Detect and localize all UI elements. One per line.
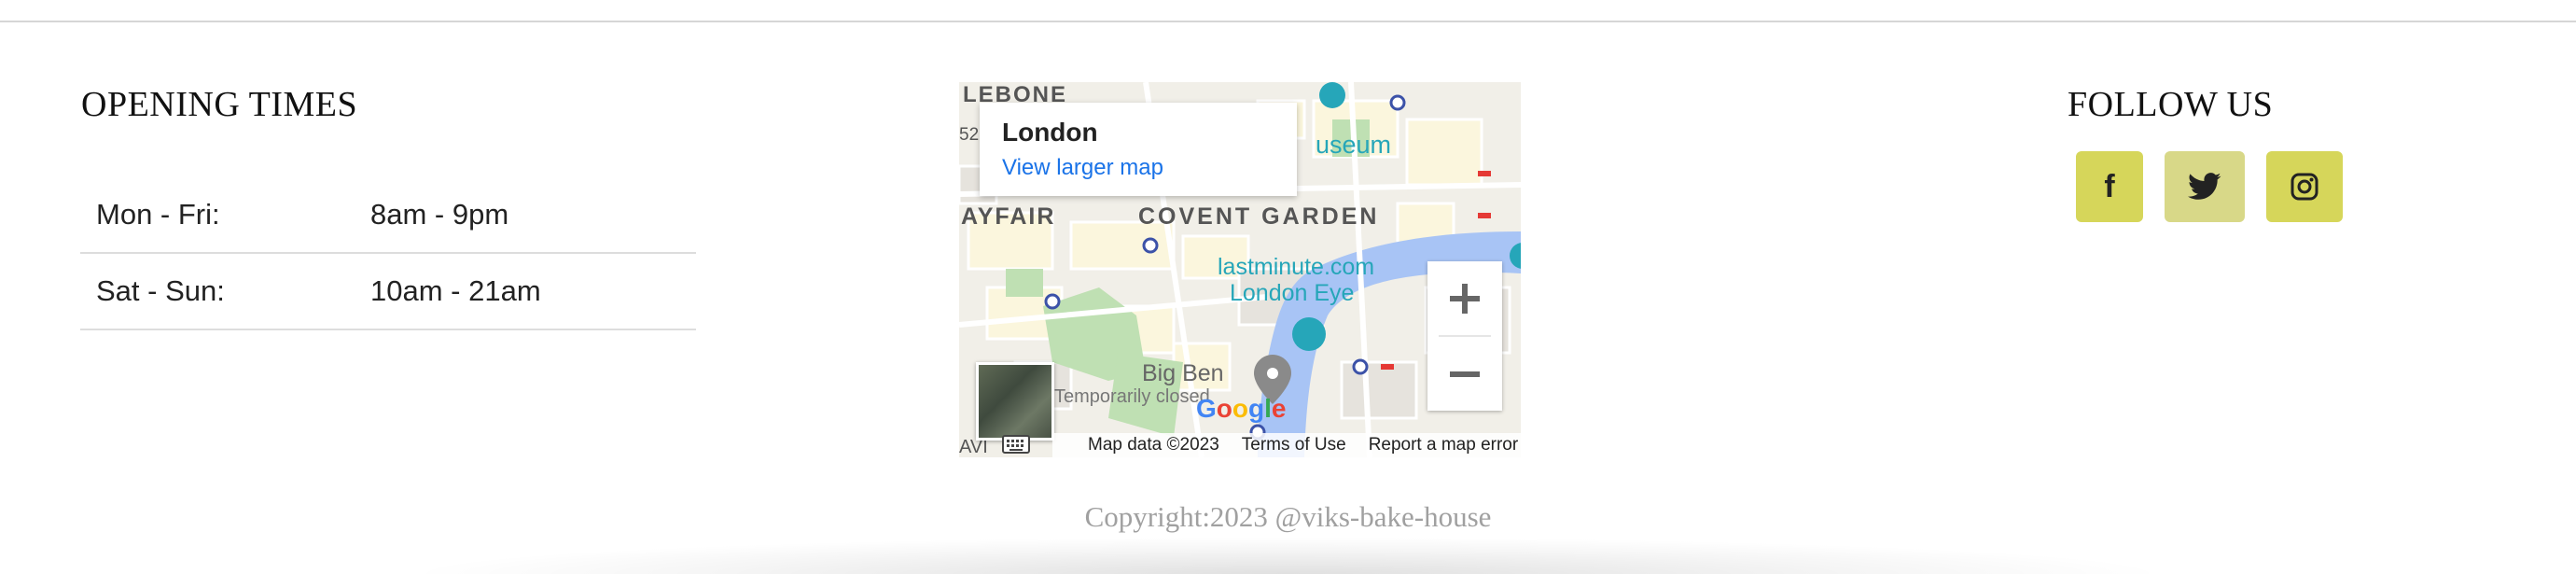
hours-time: 8am - 9pm: [370, 198, 509, 231]
facebook-icon: f: [2104, 168, 2115, 204]
copyright-text: Copyright:2023 @viks-bake-house: [1084, 500, 1492, 533]
opening-times-heading: OPENING TIMES: [81, 85, 358, 124]
map-label-museum: useum: [1316, 131, 1392, 159]
follow-us-heading: FOLLOW US: [2068, 85, 2274, 124]
hours-time: 10am - 21am: [370, 274, 541, 307]
hours-row-weekend: Sat - Sun: 10am - 21am: [80, 254, 696, 330]
map-zoom-controls: [1427, 261, 1502, 411]
zoom-in-button[interactable]: [1427, 261, 1502, 335]
twitter-button[interactable]: [2165, 151, 2245, 222]
map-data-text: Map data ©2023: [1088, 435, 1219, 455]
twitter-icon: [2188, 173, 2221, 200]
terms-of-use-link[interactable]: Terms of Use: [1242, 435, 1346, 455]
instagram-icon: [2291, 173, 2318, 201]
map-card-title: London: [1002, 118, 1098, 147]
top-divider: [0, 21, 2576, 22]
facebook-button[interactable]: f: [2076, 151, 2143, 222]
report-map-error-link[interactable]: Report a map error: [1369, 435, 1519, 455]
google-logo: Google: [1196, 394, 1287, 423]
map-attribution-bar: Map data ©2023 Terms of Use Report a map…: [1052, 433, 1521, 457]
plus-icon: [1450, 283, 1480, 314]
map-label-temporarily-closed: Temporarily closed: [1054, 386, 1210, 407]
map-label-london-eye: London Eye: [1230, 280, 1355, 306]
view-larger-map-link[interactable]: View larger map: [1002, 155, 1163, 181]
zoom-out-button[interactable]: [1427, 337, 1502, 411]
keyboard-icon[interactable]: [1002, 435, 1030, 454]
map-label-mayfair: AYFAIR: [961, 203, 1056, 230]
hours-row-weekdays: Mon - Fri: 8am - 9pm: [80, 177, 696, 254]
satellite-view-toggle[interactable]: [976, 362, 1054, 441]
opening-hours-table: Mon - Fri: 8am - 9pm Sat - Sun: 10am - 2…: [80, 177, 696, 330]
map-label-covent-garden: COVENT GARDEN: [1138, 203, 1380, 230]
map-label-lastminute: lastminute.com: [1218, 254, 1375, 280]
bottom-shadow: [401, 537, 2174, 574]
hours-day: Sat - Sun:: [96, 274, 225, 307]
map-label-edge: 52: [959, 125, 980, 145]
instagram-button[interactable]: [2266, 151, 2343, 222]
map-label-big-ben: Big Ben: [1142, 360, 1224, 386]
hours-day: Mon - Fri:: [96, 198, 220, 231]
map-info-card: London View larger map: [980, 103, 1297, 196]
embedded-map[interactable]: LEBONE 52 useum AYFAIR COVENT GARDEN las…: [959, 82, 1521, 457]
minus-icon: [1450, 371, 1480, 377]
